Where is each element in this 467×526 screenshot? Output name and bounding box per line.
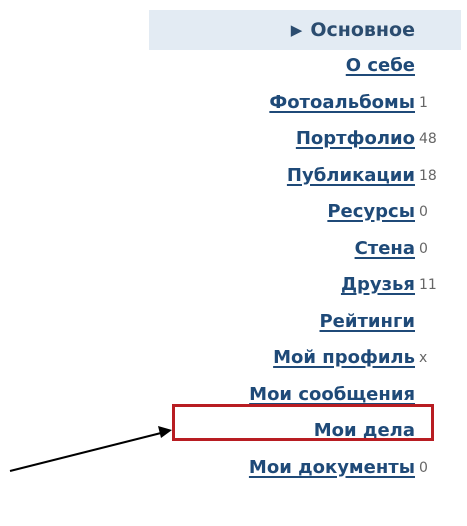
menu-count-portfolio: 48 xyxy=(419,131,437,147)
menu-link-ratings[interactable]: Рейтинги xyxy=(319,311,415,332)
screenshot-stage: ▶ Основное О себе Фотоальбомы 1 Портфоли… xyxy=(0,0,467,526)
menu-count-photo-albums: 1 xyxy=(419,94,428,111)
menu-header-label: Основное xyxy=(310,19,415,41)
menu-link-my-documents[interactable]: Мои документы xyxy=(249,457,415,478)
menu-item-resources: Ресурсы 0 xyxy=(149,196,461,233)
menu-item-friends: Друзья 11 xyxy=(149,269,461,306)
menu-count-my-profile[interactable]: x xyxy=(419,350,427,366)
menu-header[interactable]: ▶ Основное xyxy=(149,10,461,50)
menu-item-portfolio: Портфолио 48 xyxy=(149,123,461,160)
menu-item-my-profile: Мой профиль x xyxy=(149,342,461,379)
menu-item-ratings: Рейтинги xyxy=(149,306,461,343)
menu-item-about: О себе xyxy=(149,50,461,87)
triangle-right-icon: ▶ xyxy=(290,21,303,39)
menu-link-portfolio[interactable]: Портфолио xyxy=(296,128,415,149)
menu-link-my-tasks[interactable]: Мои дела xyxy=(314,420,415,441)
menu-item-photo-albums: Фотоальбомы 1 xyxy=(149,87,461,124)
menu-item-my-documents: Мои документы 0 xyxy=(149,452,461,489)
menu-count-friends: 11 xyxy=(419,277,437,293)
menu-count-wall: 0 xyxy=(419,240,428,257)
menu-link-my-messages[interactable]: Мои сообщения xyxy=(249,384,415,405)
menu-link-resources[interactable]: Ресурсы xyxy=(327,201,415,222)
menu-count-resources: 0 xyxy=(419,204,428,220)
menu-item-my-tasks: Мои дела xyxy=(149,415,461,452)
menu-link-photo-albums[interactable]: Фотоальбомы xyxy=(269,92,415,113)
profile-menu: ▶ Основное О себе Фотоальбомы 1 Портфоли… xyxy=(149,10,461,488)
menu-link-publications[interactable]: Публикации xyxy=(287,165,415,186)
menu-count-my-documents: 0 xyxy=(419,459,428,476)
menu-link-friends[interactable]: Друзья xyxy=(341,274,415,295)
menu-item-my-messages: Мои сообщения xyxy=(149,379,461,416)
menu-item-wall: Стена 0 xyxy=(149,233,461,270)
menu-item-publications: Публикации 18 xyxy=(149,160,461,197)
menu-link-my-profile[interactable]: Мой профиль xyxy=(273,347,415,368)
menu-count-publications: 18 xyxy=(419,167,437,184)
menu-link-about[interactable]: О себе xyxy=(346,55,415,76)
menu-link-wall[interactable]: Стена xyxy=(355,238,415,259)
